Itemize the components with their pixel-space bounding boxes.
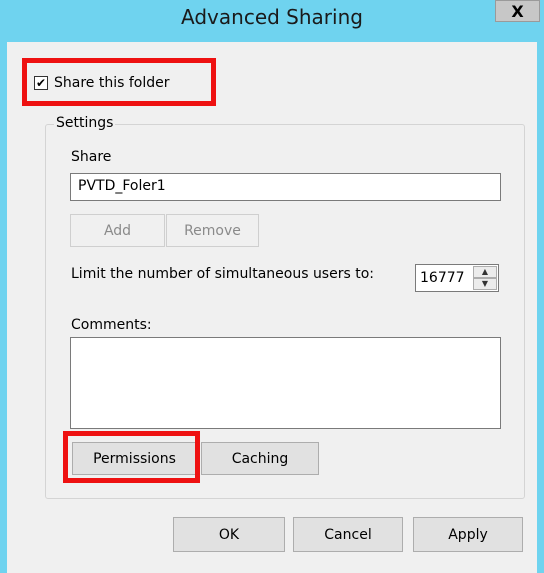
user-limit-spinner[interactable]: 16777 ▲ ▼ bbox=[415, 264, 499, 292]
close-icon: X bbox=[511, 1, 524, 21]
share-name-label: Share bbox=[71, 149, 112, 165]
comments-textarea[interactable] bbox=[70, 337, 501, 429]
share-name-input[interactable]: PVTD_Foler1 bbox=[70, 173, 501, 201]
highlight-permissions-button bbox=[63, 431, 200, 483]
add-button[interactable]: Add bbox=[70, 214, 165, 247]
remove-button[interactable]: Remove bbox=[166, 214, 259, 247]
title-bar[interactable]: Advanced Sharing X bbox=[0, 0, 544, 42]
spin-down-button[interactable]: ▼ bbox=[473, 278, 497, 290]
settings-legend: Settings bbox=[54, 115, 116, 131]
user-limit-label: Limit the number of simultaneous users t… bbox=[71, 266, 374, 282]
window-title: Advanced Sharing bbox=[181, 5, 363, 29]
cancel-button[interactable]: Cancel bbox=[293, 517, 403, 552]
chevron-down-icon: ▼ bbox=[481, 279, 489, 288]
chevron-up-icon: ▲ bbox=[481, 267, 489, 276]
spin-up-button[interactable]: ▲ bbox=[473, 266, 497, 278]
user-limit-value[interactable]: 16777 bbox=[420, 270, 465, 286]
apply-button[interactable]: Apply bbox=[413, 517, 523, 552]
highlight-share-checkbox bbox=[22, 58, 216, 106]
caching-button[interactable]: Caching bbox=[201, 442, 319, 475]
spin-buttons: ▲ ▼ bbox=[473, 266, 497, 290]
close-button[interactable]: X bbox=[495, 0, 540, 22]
comments-label: Comments: bbox=[71, 317, 152, 333]
ok-button[interactable]: OK bbox=[173, 517, 285, 552]
